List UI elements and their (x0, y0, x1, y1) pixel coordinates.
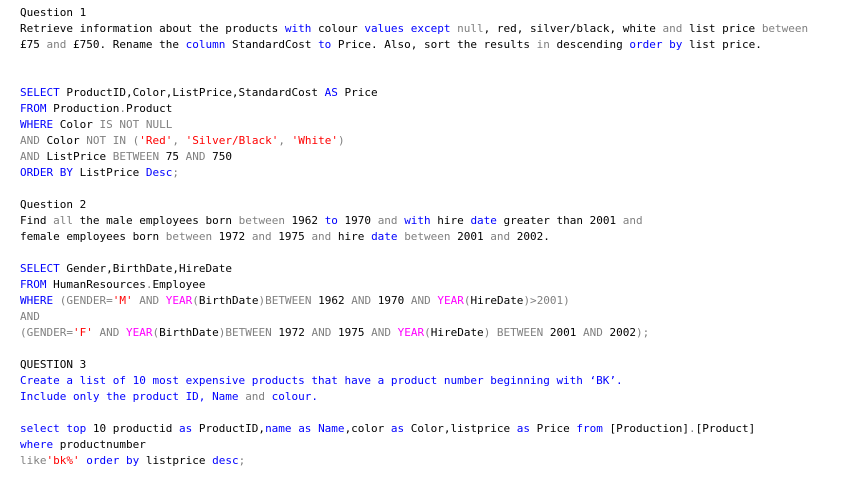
question-1-heading: Question 1 (20, 6, 87, 19)
question-2-text-line-2: female employees born between 1972 and 1… (20, 230, 550, 243)
question-3-text-line-1: Create a list of 10 most expensive produ… (20, 374, 623, 387)
question-2-heading: Question 2 (20, 198, 87, 211)
query-2-select-line: SELECT Gender,BirthDate,HireDate (20, 262, 232, 275)
query-1-where-line: WHERE Color IS NOT NULL (20, 118, 173, 131)
query-2-and-line: AND (20, 310, 40, 323)
query-1-and-not-in-line: AND Color NOT IN ('Red', 'Silver/Black',… (20, 134, 345, 147)
query-3-like-order-line: like'bk%' order by listprice desc; (20, 454, 246, 467)
query-1-and-between-line: AND ListPrice BETWEEN 75 AND 750 (20, 150, 232, 163)
question-3-text-line-2: Include only the product ID, Name and co… (20, 390, 319, 403)
query-2-female-condition-line: (GENDER='F' AND YEAR(BirthDate)BETWEEN 1… (20, 326, 650, 339)
query-1-select-line: SELECT ProductID,Color,ListPrice,Standar… (20, 86, 378, 99)
question-2-text-line-1: Find all the male employees born between… (20, 214, 643, 227)
query-3-where-line: where productnumber (20, 438, 146, 451)
question-1-text-line-2: £75 and £750. Rename the column Standard… (20, 38, 762, 51)
sql-query-editor[interactable]: Question 1 Retrieve information about th… (0, 0, 868, 482)
query-2-where-line: WHERE (GENDER='M' AND YEAR(BirthDate)BET… (20, 294, 570, 307)
question-1-text-line-1: Retrieve information about the products … (20, 22, 809, 35)
query-1-from-line: FROM Production.Product (20, 102, 173, 115)
query-3-select-line: select top 10 productid as ProductID,nam… (20, 422, 756, 435)
question-3-heading: QUESTION 3 (20, 358, 87, 371)
query-2-from-line: FROM HumanResources.Employee (20, 278, 206, 291)
query-1-order-by-line: ORDER BY ListPrice Desc; (20, 166, 179, 179)
